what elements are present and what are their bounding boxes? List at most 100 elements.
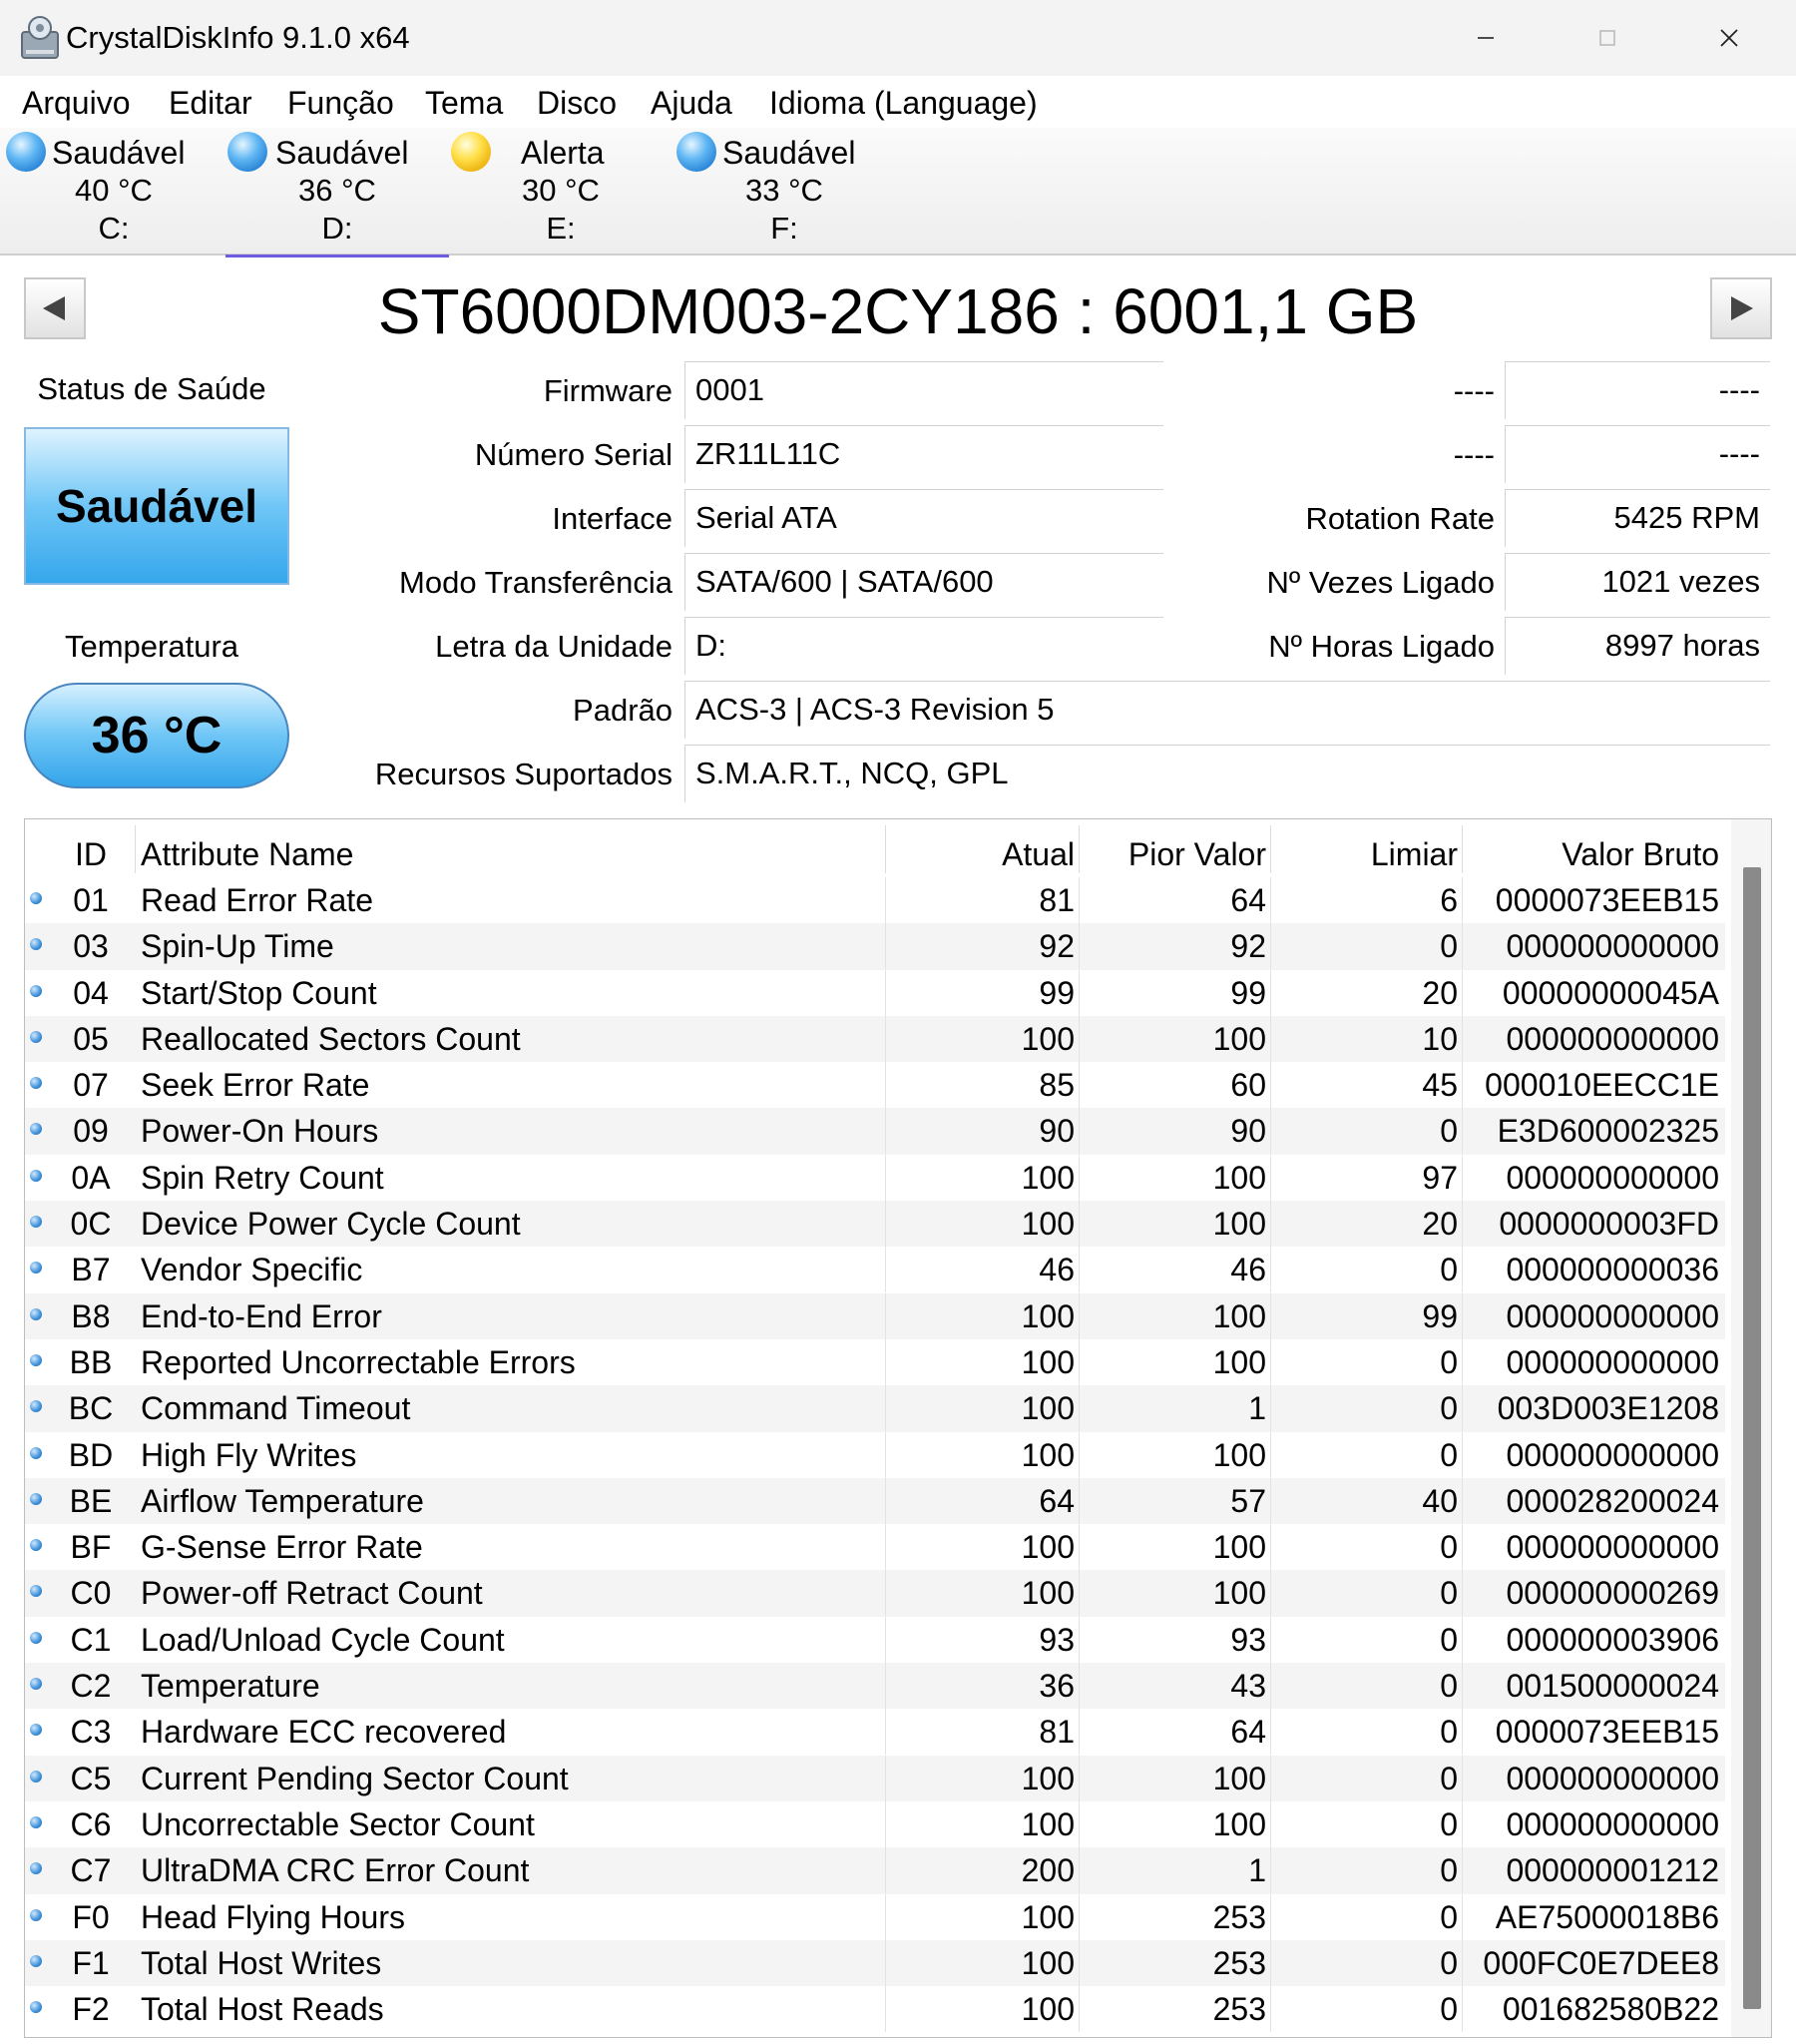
- attribute-id: C2: [70, 1668, 112, 1705]
- table-row[interactable]: 09 Power-On Hours 90 90 0 E3D600002325: [25, 1108, 1725, 1155]
- table-row[interactable]: F0 Head Flying Hours 100 253 0 AE75000018B6: [25, 1893, 1725, 1940]
- threshold-value: 0: [1440, 1805, 1458, 1842]
- column-header-threshold[interactable]: Limiar: [1266, 831, 1458, 877]
- table-row[interactable]: F2 Total Host Reads 100 253 0 001682580B22: [25, 1986, 1725, 2033]
- status-dot-icon: [30, 1030, 42, 1043]
- column-divider: [1462, 1755, 1463, 1801]
- column-header-current[interactable]: Atual: [889, 831, 1075, 877]
- drive-letter: E:: [546, 211, 576, 246]
- column-divider: [1462, 877, 1463, 923]
- temperature-button[interactable]: 36 °C: [24, 683, 289, 788]
- table-row[interactable]: C6 Uncorrectable Sector Count 100 100 0 00000…: [25, 1800, 1725, 1847]
- column-divider: [1079, 1986, 1080, 2033]
- interface-value: Serial ATA: [684, 489, 1163, 547]
- table-row[interactable]: 05 Reallocated Sectors Count 100 100 10 00000…: [25, 1015, 1725, 1063]
- column-divider: [1270, 1616, 1271, 1663]
- menu-disco[interactable]: Disco: [537, 84, 617, 122]
- drive-temperature: 40 °C: [75, 173, 153, 208]
- table-row[interactable]: BE Airflow Temperature 64 57 40 000028200024: [25, 1477, 1725, 1525]
- column-divider: [885, 1616, 886, 1663]
- attribute-name: Command Timeout: [141, 1390, 411, 1427]
- transfer-mode-label: Modo Transferência: [399, 565, 673, 600]
- column-divider[interactable]: [1270, 825, 1271, 873]
- menu-ajuda[interactable]: Ajuda: [651, 84, 732, 122]
- menu-tema[interactable]: Tema: [425, 84, 503, 122]
- column-header-id[interactable]: ID: [51, 831, 131, 877]
- status-dot-icon: [30, 1539, 42, 1552]
- column-divider: [1270, 1108, 1271, 1155]
- column-divider: [1079, 1201, 1080, 1248]
- table-row[interactable]: 03 Spin-Up Time 92 92 0 000000000000: [25, 923, 1725, 970]
- next-disk-button[interactable]: [1710, 277, 1772, 339]
- column-divider: [885, 1524, 886, 1571]
- column-divider[interactable]: [135, 825, 136, 873]
- table-row[interactable]: BC Command Timeout 100 1 0 003D003E1208: [25, 1385, 1725, 1432]
- table-row[interactable]: BD High Fly Writes 100 100 0 000000000000: [25, 1431, 1725, 1478]
- table-row[interactable]: C2 Temperature 36 43 0 001500000024: [25, 1663, 1725, 1710]
- column-header-name[interactable]: Attribute Name: [141, 831, 879, 877]
- drive-letter: C:: [98, 211, 130, 246]
- menu-idioma[interactable]: Idioma (Language): [769, 84, 1038, 122]
- current-value: 200: [1021, 1852, 1075, 1889]
- threshold-value: 0: [1440, 1944, 1458, 1981]
- minimize-button[interactable]: [1425, 0, 1547, 76]
- drive-temperature: 30 °C: [522, 173, 600, 208]
- column-divider[interactable]: [1462, 825, 1463, 873]
- status-dot-icon: [30, 1862, 42, 1875]
- table-row[interactable]: C5 Current Pending Sector Count 100 100 0 000…: [25, 1755, 1725, 1801]
- current-value: 100: [1021, 1529, 1075, 1566]
- table-row[interactable]: 07 Seek Error Rate 85 60 45 000010EECC1E: [25, 1062, 1725, 1109]
- column-divider: [885, 1431, 886, 1478]
- table-row[interactable]: B8 End-to-End Error 100 100 99 000000000000: [25, 1292, 1725, 1339]
- serial-value: ZR11L11C: [684, 425, 1163, 483]
- menu-editar[interactable]: Editar: [169, 84, 252, 122]
- table-row[interactable]: 01 Read Error Rate 81 64 6 0000073EEB15: [25, 877, 1725, 923]
- column-divider: [1079, 1477, 1080, 1524]
- column-divider: [1079, 969, 1080, 1016]
- previous-disk-button[interactable]: [24, 277, 86, 339]
- table-row[interactable]: 04 Start/Stop Count 99 99 20 00000000045A: [25, 969, 1725, 1016]
- vertical-scrollbar[interactable]: [1731, 819, 1771, 2037]
- column-divider: [885, 1939, 886, 1986]
- column-header-worst[interactable]: Pior Valor: [1075, 831, 1266, 877]
- scrollbar-thumb[interactable]: [1743, 867, 1761, 2009]
- column-divider: [1270, 1477, 1271, 1524]
- column-divider: [1270, 1893, 1271, 1940]
- column-header-raw[interactable]: Valor Bruto: [1458, 831, 1719, 877]
- table-row[interactable]: 0C Device Power Cycle Count 100 100 20 000000…: [25, 1201, 1725, 1248]
- drive-status: Saudável: [722, 135, 856, 171]
- status-dot-icon: [30, 1815, 42, 1828]
- table-row[interactable]: BB Reported Uncorrectable Errors 100 100 0 00…: [25, 1338, 1725, 1385]
- health-status-button[interactable]: Saudável: [24, 427, 289, 585]
- table-row[interactable]: C3 Hardware ECC recovered 81 64 0 0000073EEB1…: [25, 1709, 1725, 1756]
- table-row[interactable]: F1 Total Host Writes 100 253 0 000FC0E7DEE8: [25, 1939, 1725, 1987]
- worst-value: 92: [1230, 928, 1266, 965]
- drive-tab-f[interactable]: Saudável 33 °C F:: [673, 128, 896, 256]
- column-divider[interactable]: [885, 825, 886, 873]
- drive-tab-c[interactable]: Saudável 40 °C C:: [2, 128, 225, 256]
- table-row[interactable]: C1 Load/Unload Cycle Count 93 93 0 0000000039…: [25, 1616, 1725, 1663]
- table-row[interactable]: BF G-Sense Error Rate 100 100 0 000000000000: [25, 1524, 1725, 1571]
- smart-attributes-table[interactable]: ID Attribute Name Atual Pior Valor Limia…: [24, 818, 1772, 2038]
- table-row[interactable]: C0 Power-off Retract Count 100 100 0 00000000…: [25, 1570, 1725, 1617]
- table-row[interactable]: B7 Vendor Specific 46 46 0 000000000036: [25, 1247, 1725, 1293]
- worst-value: 100: [1212, 1343, 1266, 1380]
- maximize-button[interactable]: [1547, 0, 1668, 76]
- column-divider: [1270, 1800, 1271, 1847]
- raw-value: 000000000000: [1506, 1297, 1719, 1334]
- menu-funcao[interactable]: Função: [287, 84, 394, 122]
- close-button[interactable]: [1668, 0, 1790, 76]
- drive-tab-e[interactable]: Alerta 30 °C E:: [449, 128, 673, 256]
- table-row[interactable]: 0A Spin Retry Count 100 100 97 000000000000: [25, 1154, 1725, 1201]
- temperature-label: Temperatura: [64, 629, 239, 664]
- table-row[interactable]: C7 UltraDMA CRC Error Count 200 1 0 000000001…: [25, 1847, 1725, 1894]
- column-divider[interactable]: [1079, 825, 1080, 873]
- worst-value: 253: [1212, 1944, 1266, 1981]
- threshold-value: 10: [1422, 1020, 1458, 1057]
- column-divider: [1462, 1663, 1463, 1710]
- drive-tab-d[interactable]: Saudável 36 °C D:: [225, 128, 449, 257]
- menu-arquivo[interactable]: Arquivo: [22, 84, 131, 122]
- unused-label: ----: [1453, 373, 1495, 408]
- threshold-value: 0: [1440, 1113, 1458, 1150]
- attribute-id: 09: [73, 1113, 109, 1150]
